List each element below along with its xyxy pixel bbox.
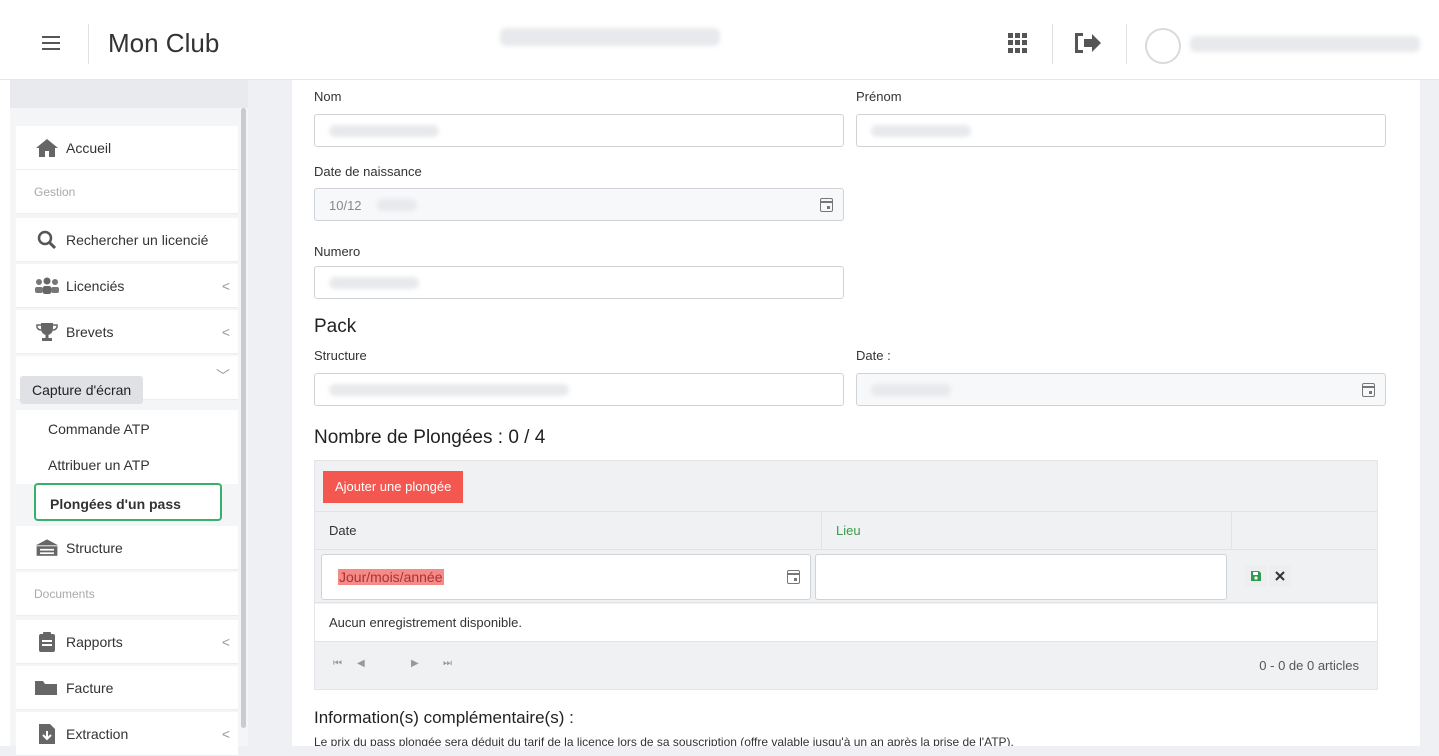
info-text: Le prix du pass plongée sera déduit du t… — [314, 735, 1014, 746]
sidebar-edge — [0, 80, 10, 746]
sidebar-scrollbar[interactable] — [241, 108, 246, 728]
pager-prev-button[interactable]: ◀ — [357, 658, 365, 669]
apps-grid-icon[interactable] — [1008, 33, 1028, 53]
pager: ⏮ ◀ ▶ ⏭ 0 - 0 de 0 articles — [315, 642, 1377, 690]
chevron-down-icon: ﹀ — [216, 368, 230, 384]
calendar-icon[interactable] — [1362, 383, 1375, 397]
redacted-header-text — [500, 28, 720, 46]
clipboard-icon — [34, 631, 60, 653]
sidebar-item-structure[interactable]: Structure — [16, 526, 238, 570]
chevron-left-icon: < — [221, 726, 230, 742]
sidebar-subitem-plongees-pass[interactable]: Plongées d'un pass — [34, 483, 222, 521]
redacted-value — [329, 384, 569, 396]
sidebar-item-label: Brevets — [66, 323, 114, 340]
hamburger-icon[interactable] — [42, 36, 60, 50]
numero-field[interactable] — [314, 266, 844, 299]
date-label: Date : — [856, 348, 891, 363]
trophy-icon — [34, 321, 60, 343]
top-bar: Mon Club — [0, 0, 1439, 80]
date-naissance-value: 10/12 — [329, 198, 362, 213]
home-icon — [34, 137, 60, 159]
chevron-left-icon: < — [221, 634, 230, 650]
structure-label: Structure — [314, 348, 367, 363]
sidebar-header — [0, 80, 248, 108]
divider — [1126, 24, 1127, 64]
chevron-left-icon: < — [221, 324, 230, 340]
no-records-message: Aucun enregistrement disponible. — [315, 604, 1377, 642]
calendar-icon[interactable] — [787, 570, 800, 584]
screenshot-tooltip: Capture d'écran — [20, 376, 144, 404]
cancel-icon[interactable] — [1269, 565, 1291, 587]
sidebar-item-label: Facture — [66, 679, 114, 696]
dive-date-input[interactable]: Jour/mois/année — [321, 554, 811, 600]
dives-count-title: Nombre de Plongées : 0 / 4 — [314, 427, 546, 448]
search-icon — [34, 229, 60, 251]
redacted-value — [329, 125, 439, 137]
sidebar-item-rapports[interactable]: Rapports < — [16, 620, 238, 664]
logout-icon[interactable] — [1072, 30, 1102, 56]
folder-icon — [34, 677, 60, 699]
pager-next-button[interactable]: ▶ — [411, 658, 419, 669]
edit-row: Jour/mois/année — [315, 549, 1377, 603]
section-gestion: Gestion — [16, 170, 238, 214]
prenom-field[interactable] — [856, 114, 1386, 147]
date-naissance-field[interactable]: 10/12 — [314, 188, 844, 221]
info-title: Information(s) complémentaire(s) : — [314, 708, 574, 727]
grid-header: Date Lieu — [315, 511, 1377, 550]
app-title: Mon Club — [108, 28, 220, 58]
sidebar-item-label: Accueil — [66, 139, 112, 156]
sidebar-item-extraction[interactable]: Extraction < — [16, 712, 238, 756]
dive-lieu-input[interactable] — [815, 554, 1227, 600]
calendar-icon[interactable] — [820, 198, 833, 212]
sidebar-item-brevets[interactable]: Brevets < — [16, 310, 238, 354]
sidebar-item-accueil[interactable]: Accueil — [16, 126, 238, 170]
main-content: Nom Prénom Date de naissance 10/12 Numer… — [292, 80, 1420, 746]
pager-last-button[interactable]: ⏭ — [443, 658, 452, 669]
column-header-date[interactable]: Date — [315, 512, 815, 550]
sidebar-subitem-commande-atp[interactable]: Commande ATP — [16, 410, 238, 448]
section-documents: Documents — [16, 572, 238, 616]
file-download-icon — [34, 723, 60, 745]
sidebar-item-label: Extraction — [66, 725, 129, 742]
sidebar-item-label: Rechercher un licencié — [66, 231, 209, 248]
redacted-value — [377, 199, 417, 211]
users-icon — [34, 275, 60, 297]
column-header-lieu[interactable]: Lieu — [821, 512, 1231, 550]
nom-label: Nom — [314, 89, 342, 104]
sidebar-item-label: Structure — [66, 539, 123, 556]
pack-title: Pack — [314, 316, 357, 337]
sidebar-item-facture[interactable]: Facture — [16, 666, 238, 710]
redacted-value — [871, 125, 971, 137]
building-icon — [34, 537, 60, 559]
pager-info: 0 - 0 de 0 articles — [1259, 658, 1359, 673]
column-header-actions — [1231, 512, 1377, 550]
pager-first-button[interactable]: ⏮ — [333, 658, 342, 669]
redacted-user-name — [1190, 36, 1420, 52]
nom-field[interactable] — [314, 114, 844, 147]
sidebar-item-licencies[interactable]: Licenciés < — [16, 264, 238, 308]
divider — [1052, 24, 1053, 64]
redacted-value — [329, 277, 419, 289]
divider — [88, 24, 89, 64]
sidebar-item-label: Licenciés — [66, 277, 125, 294]
redacted-value — [871, 384, 951, 396]
date-naissance-label: Date de naissance — [314, 164, 422, 179]
dives-grid: Ajouter une plongée Date Lieu Jour/mois/… — [314, 460, 1378, 690]
date-placeholder: Jour/mois/année — [338, 569, 444, 585]
pack-date-field[interactable] — [856, 373, 1386, 406]
avatar[interactable] — [1145, 28, 1181, 64]
add-dive-button[interactable]: Ajouter une plongée — [323, 471, 464, 503]
sidebar: Accueil Gestion Rechercher un licencié L… — [0, 80, 248, 756]
prenom-label: Prénom — [856, 89, 902, 104]
numero-label: Numero — [314, 244, 361, 259]
sidebar-subitem-attribuer-atp[interactable]: Attribuer un ATP — [16, 446, 238, 484]
structure-field[interactable] — [314, 373, 844, 406]
save-icon[interactable] — [1245, 565, 1267, 587]
sidebar-item-label: Rapports — [66, 633, 123, 650]
chevron-left-icon: < — [221, 278, 230, 294]
sidebar-item-rechercher[interactable]: Rechercher un licencié — [16, 218, 238, 262]
